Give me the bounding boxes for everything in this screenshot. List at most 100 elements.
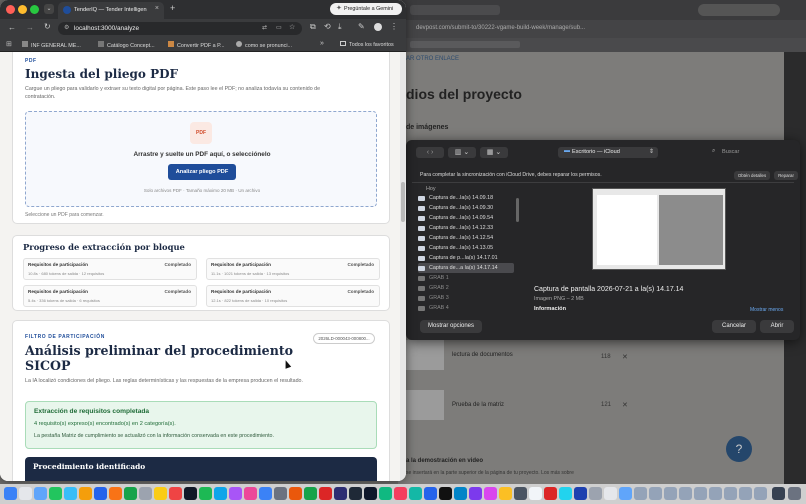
notes-icon[interactable]	[154, 487, 167, 500]
mail-icon[interactable]	[64, 487, 77, 500]
folder-item[interactable]: GRAB 3	[418, 293, 514, 303]
page-scrollbar[interactable]	[400, 52, 406, 481]
numbers-icon[interactable]	[304, 487, 317, 500]
background-media-row[interactable]: Prueba de la matriz	[406, 390, 596, 420]
forward-icon[interactable]: →	[26, 23, 34, 32]
preview-icon[interactable]	[589, 487, 602, 500]
reload-icon[interactable]: ↻	[44, 22, 51, 31]
window-thumb[interactable]	[739, 487, 752, 500]
new-tab-icon[interactable]: +	[170, 3, 175, 13]
details-button[interactable]: Obtén detalles	[734, 171, 770, 180]
messages-icon[interactable]	[49, 487, 62, 500]
after-effects-icon[interactable]	[334, 487, 347, 500]
gemini-button[interactable]: ✦ Pregúntale a Gemini	[330, 3, 402, 15]
background-tab[interactable]	[410, 5, 500, 15]
cancel-button[interactable]: Cancelar	[712, 320, 756, 333]
more-bookmarks-icon[interactable]: »	[320, 40, 324, 47]
app-icon-2[interactable]	[484, 487, 497, 500]
facetime-icon[interactable]	[94, 487, 107, 500]
extensions-icon[interactable]: ⧉	[310, 22, 316, 32]
close-tab-icon[interactable]: ×	[155, 5, 159, 12]
folder-dock-icon[interactable]	[619, 487, 632, 500]
word-icon[interactable]	[424, 487, 437, 500]
window-thumb[interactable]	[664, 487, 677, 500]
search-input[interactable]: ⌕ Buscar	[708, 147, 792, 158]
zoom-window-button[interactable]	[30, 5, 39, 14]
window-thumb[interactable]	[724, 487, 737, 500]
trash-icon[interactable]	[772, 487, 785, 500]
maps-icon[interactable]	[214, 487, 227, 500]
pdf-dropzone[interactable]: PDF Arrastre y suelte un PDF aquí, o sel…	[25, 111, 377, 207]
app-icon-3[interactable]	[499, 487, 512, 500]
apps-grid-icon[interactable]: ⊞	[6, 40, 12, 48]
site-info-icon[interactable]: ⚙	[64, 24, 69, 31]
file-item[interactable]: Captura de...la(s) 14.12.33	[418, 223, 514, 233]
scrollbar-thumb[interactable]	[401, 182, 405, 222]
chatgpt-icon[interactable]	[379, 487, 392, 500]
show-options-button[interactable]: Mostrar opciones	[420, 320, 482, 333]
file-item[interactable]: Captura de p...la(s) 14.17.01	[418, 253, 514, 263]
bookmark-item[interactable]: INF GENERAL ME...	[22, 41, 81, 49]
close-window-button[interactable]	[6, 5, 15, 14]
tab-active[interactable]: TenderIQ — Tender Intelligen ×	[58, 2, 164, 19]
app-icon[interactable]	[409, 487, 422, 500]
folder-item[interactable]: GRAB 2	[418, 283, 514, 293]
terminal-icon[interactable]	[349, 487, 362, 500]
background-gemini-button[interactable]	[698, 4, 780, 16]
downloads-stack-icon[interactable]	[788, 487, 801, 500]
background-link[interactable]: AR OTRO ENLACE	[406, 56, 459, 62]
bookmark-item[interactable]: como se pronunci...	[236, 41, 292, 49]
file-item[interactable]: Captura de...la(s) 14.09.30	[418, 203, 514, 213]
whatsapp-icon[interactable]	[124, 487, 137, 500]
safari-icon[interactable]	[34, 487, 47, 500]
repair-button[interactable]: Reparar	[774, 171, 798, 180]
tab-search-icon[interactable]: ⌄	[44, 4, 54, 14]
pages-icon[interactable]	[289, 487, 302, 500]
bookmark-item[interactable]: Catálogo Concept...	[98, 41, 155, 49]
textedit-icon[interactable]	[529, 487, 542, 500]
capcut-icon[interactable]	[439, 487, 452, 500]
finder-icon[interactable]	[4, 487, 17, 500]
bookmark-item[interactable]: Convertir PDF a P...	[168, 41, 225, 49]
download-icon[interactable]: ⤓	[338, 22, 342, 32]
analyze-pdf-button[interactable]: Analizar pliego PDF	[168, 164, 236, 180]
back-icon[interactable]: ←	[8, 23, 16, 32]
cast-icon[interactable]: ▭	[276, 24, 282, 31]
folder-item[interactable]: GRAB 1	[418, 273, 514, 283]
acrobat-icon[interactable]	[544, 487, 557, 500]
minimize-window-button[interactable]	[18, 5, 27, 14]
all-bookmarks[interactable]: Todos los favoritos	[340, 41, 394, 48]
translate-icon[interactable]: ⇄	[262, 24, 267, 31]
keynote-icon[interactable]	[319, 487, 332, 500]
reminders-icon[interactable]	[169, 487, 182, 500]
show-less-link[interactable]: Mostrar menos	[750, 307, 783, 313]
appletv-icon[interactable]	[184, 487, 197, 500]
window-thumb[interactable]	[709, 487, 722, 500]
menu-icon[interactable]: ⋮	[390, 22, 398, 31]
window-thumb[interactable]	[754, 487, 767, 500]
bookmark-star-icon[interactable]: ☆	[289, 23, 295, 31]
music-icon[interactable]	[244, 487, 257, 500]
file-item-selected[interactable]: Captura de...a la(s) 14.17.14	[418, 263, 514, 273]
app-icon-7[interactable]	[604, 487, 617, 500]
back-forward-buttons[interactable]: ‹ ›	[416, 147, 444, 158]
file-item[interactable]: Captura de...la(s) 14.09.18	[418, 193, 514, 203]
profile-avatar[interactable]	[374, 23, 382, 31]
group-icon[interactable]: ▦ ⌄	[480, 147, 508, 158]
contacts-icon[interactable]	[139, 487, 152, 500]
settings-icon[interactable]	[274, 487, 287, 500]
remove-icon[interactable]: ✕	[622, 353, 628, 361]
podcasts-icon[interactable]	[229, 487, 242, 500]
file-item[interactable]: Captura de...la(s) 14.09.54	[418, 213, 514, 223]
window-thumb[interactable]	[694, 487, 707, 500]
appstore-icon[interactable]	[259, 487, 272, 500]
file-item[interactable]: Captura de...la(s) 14.12.54	[418, 233, 514, 243]
file-item[interactable]: Captura de...la(s) 14.13.05	[418, 243, 514, 253]
photos-icon[interactable]	[79, 487, 92, 500]
location-select[interactable]: ▬ Escritorio — iCloud ⇕	[558, 147, 658, 158]
history-icon[interactable]: ⟲	[324, 22, 331, 31]
app-icon-4[interactable]	[514, 487, 527, 500]
background-media-row[interactable]: lectura de documentos	[406, 340, 596, 370]
url-text[interactable]: localhost:3000/analyze	[74, 25, 139, 32]
app-icon-6[interactable]	[574, 487, 587, 500]
